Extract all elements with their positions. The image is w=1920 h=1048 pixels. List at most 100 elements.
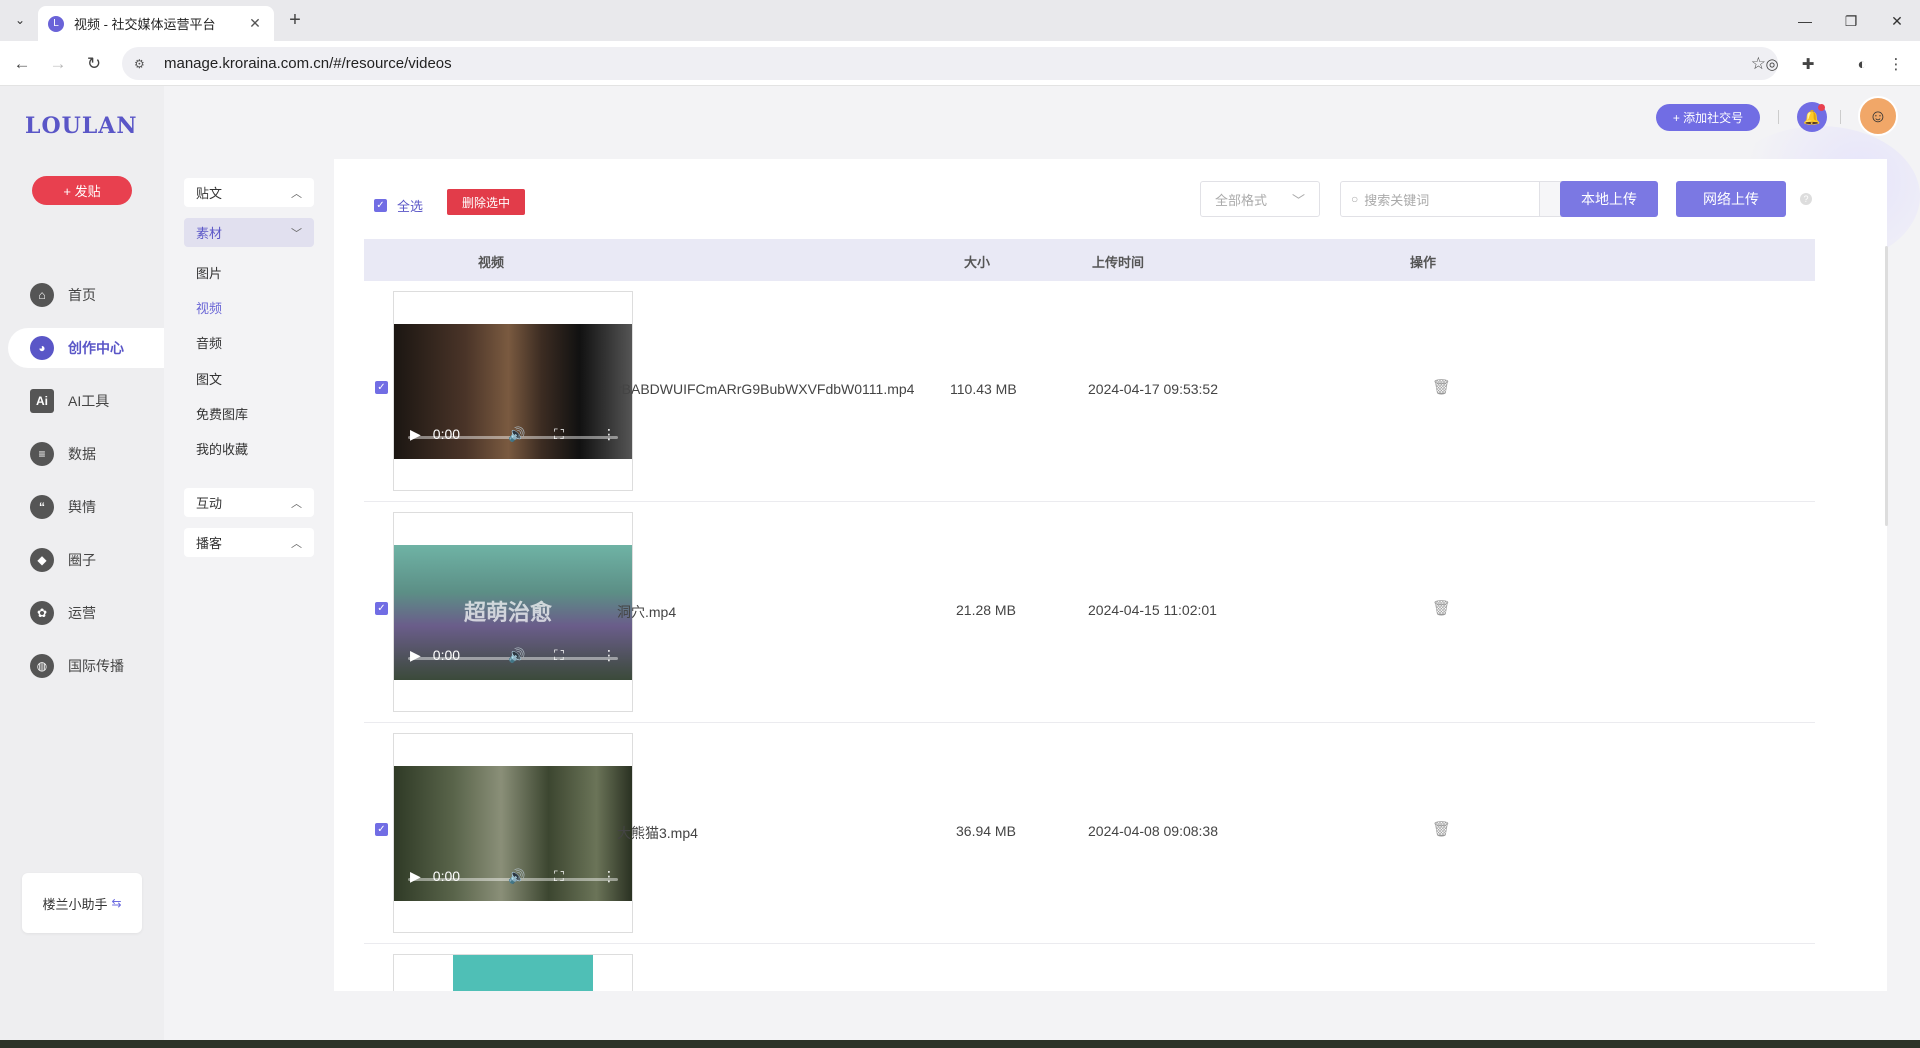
new-tab-icon[interactable]: + [282, 8, 308, 34]
chevron-up-icon: ︿ [291, 187, 302, 200]
row-checkbox[interactable]: ✓ [375, 602, 388, 615]
row-checkbox[interactable]: ✓ [375, 381, 388, 394]
checkbox-checked-icon: ✓ [374, 199, 387, 212]
nav-item-ai-tools[interactable]: Ai AI工具 [8, 381, 164, 421]
video-thumbnail-frame [393, 954, 633, 991]
help-icon[interactable]: ? [1800, 193, 1812, 205]
avatar[interactable]: ☺ [1858, 96, 1898, 136]
subnav-group-podcast[interactable]: 播客 ︿ [184, 528, 314, 557]
ai-icon: Ai [30, 389, 54, 413]
subnav-item-free-gallery[interactable]: 免费图库 [196, 404, 248, 423]
tab-title: 视频 - 社交媒体运营平台 [74, 17, 216, 32]
table-row: ✓ ▶ 0:00 🔊 ⛶ ⋮ rBABDWUIFCmARrG9BubWXVFdb… [364, 281, 1815, 502]
video-player[interactable]: ▶ 0:00 🔊 ⛶ ⋮ [394, 324, 632, 459]
network-upload-button[interactable]: 网络上传 [1676, 181, 1786, 217]
select-all-checkbox[interactable]: ✓ 全选 [374, 196, 423, 215]
back-icon[interactable]: ← [9, 51, 35, 77]
video-controls: ▶ 0:00 🔊 ⛶ ⋮ [394, 423, 632, 445]
fullscreen-icon[interactable]: ⛶ [554, 868, 564, 885]
subnav-item-favorites[interactable]: 我的收藏 [196, 439, 248, 458]
site-info-icon[interactable]: ⚙ [134, 57, 152, 71]
delete-selected-button[interactable]: 删除选中 [447, 189, 525, 215]
nav-label: 圈子 [68, 552, 96, 568]
video-list-panel: ✓ 全选 删除选中 全部格式 ﹀ ○ 搜索关键词 搜索 本地上传 网络上传 ? … [334, 159, 1887, 991]
format-select[interactable]: 全部格式 ﹀ [1200, 181, 1320, 217]
table-row [364, 944, 1815, 991]
subnav-group-label: 播客 [196, 536, 223, 551]
nav-item-home[interactable]: ⌂ 首页 [8, 275, 164, 315]
notification-bell-icon[interactable]: 🔔 [1797, 102, 1827, 132]
volume-icon[interactable]: 🔊 [508, 868, 525, 885]
url-field[interactable]: ⚙ manage.kroraina.com.cn/#/resource/vide… [122, 47, 1778, 80]
minimize-icon[interactable]: — [1782, 8, 1828, 34]
forward-icon[interactable]: → [45, 51, 71, 77]
profile-icon[interactable]: ◐ [1850, 52, 1874, 76]
chevron-down-icon: ﹀ [291, 227, 302, 240]
delete-trash-icon[interactable]: 🗑 [1432, 820, 1451, 838]
play-icon[interactable]: ▶ [410, 426, 421, 443]
subnav-group-materials[interactable]: 素材 ﹀ [184, 218, 314, 247]
more-options-icon[interactable]: ⋮ [602, 426, 616, 443]
url-text: manage.kroraina.com.cn/#/resource/videos [164, 55, 452, 72]
video-thumbnail-frame: 超萌治愈 ▶ 0:00 🔊 ⛶ ⋮ [393, 512, 633, 712]
delete-trash-icon[interactable]: 🗑 [1432, 599, 1451, 617]
post-button[interactable]: + 发贴 [32, 176, 132, 205]
nav-item-circles[interactable]: ◆ 圈子 [8, 540, 164, 580]
play-icon[interactable]: ▶ [410, 647, 421, 664]
browser-menu-icon[interactable]: ⋮ [1884, 52, 1908, 76]
video-player[interactable]: ▶ 0:00 🔊 ⛶ ⋮ [394, 766, 632, 901]
add-social-account-button[interactable]: + 添加社交号 [1656, 104, 1760, 131]
browser-tab[interactable]: L 视频 - 社交媒体运营平台 ✕ [38, 6, 274, 41]
quote-icon: “ [30, 495, 54, 519]
tab-search-chevron-icon[interactable]: ⌄ [8, 9, 32, 31]
video-time: 0:00 [432, 647, 461, 663]
subnav-group-posts[interactable]: 贴文 ︿ [184, 178, 314, 207]
subnav-item-videos[interactable]: 视频 [196, 298, 222, 317]
nav-item-international[interactable]: ◍ 国际传播 [8, 646, 164, 686]
close-window-icon[interactable]: ✕ [1874, 8, 1920, 34]
more-options-icon[interactable]: ⋮ [602, 868, 616, 885]
nav-item-operations[interactable]: ✿ 运营 [8, 593, 164, 633]
video-thumbnail-frame: ▶ 0:00 🔊 ⛶ ⋮ [393, 733, 633, 933]
video-overlay-text: 超萌治愈 [464, 600, 553, 625]
video-controls: ▶ 0:00 🔊 ⛶ ⋮ [394, 865, 632, 887]
subnav-item-image-text[interactable]: 图文 [196, 369, 222, 388]
assistant-label: 楼兰小助手 [42, 896, 108, 912]
nav-label: 首页 [68, 287, 96, 303]
row-checkbox[interactable]: ✓ [375, 823, 388, 836]
chevron-up-icon: ︿ [291, 497, 302, 510]
more-options-icon[interactable]: ⋮ [602, 647, 616, 664]
subnav-item-images[interactable]: 图片 [196, 263, 222, 282]
volume-icon[interactable]: 🔊 [508, 426, 525, 443]
extensions-puzzle-icon[interactable]: ✚ [1796, 52, 1820, 76]
divider [1840, 110, 1841, 124]
fullscreen-icon[interactable]: ⛶ [554, 426, 564, 443]
upload-time: 2024-04-17 09:53:52 [1088, 381, 1218, 397]
assistant-button[interactable]: 楼兰小助手 ⇆ [22, 873, 142, 933]
close-tab-icon[interactable]: ✕ [246, 15, 264, 32]
restore-icon[interactable]: ❐ [1828, 8, 1874, 34]
nav-item-creation-center[interactable]: ◕ 创作中心 [8, 328, 164, 368]
play-icon[interactable]: ▶ [410, 868, 421, 885]
file-name: rBABDWUIFCmARrG9BubWXVFdbW0111.mp4 [617, 381, 915, 397]
swap-icon: ⇆ [111, 896, 122, 910]
search-input[interactable]: ○ 搜索关键词 [1340, 181, 1540, 217]
local-upload-button[interactable]: 本地上传 [1560, 181, 1658, 217]
reload-icon[interactable]: ↻ [81, 51, 107, 77]
video-player[interactable]: 超萌治愈 ▶ 0:00 🔊 ⛶ ⋮ [394, 545, 632, 680]
nav-label: 数据 [68, 446, 96, 462]
delete-trash-icon[interactable]: 🗑 [1432, 378, 1451, 396]
fullscreen-icon[interactable]: ⛶ [554, 647, 564, 664]
volume-icon[interactable]: 🔊 [508, 647, 525, 664]
extension-circle-icon[interactable]: ◎ [1760, 52, 1784, 76]
video-frame [453, 955, 593, 991]
file-size: 110.43 MB [950, 381, 1017, 397]
video-thumbnail-frame: ▶ 0:00 🔊 ⛶ ⋮ [393, 291, 633, 491]
nav-item-sentiment[interactable]: “ 舆情 [8, 487, 164, 527]
scrollbar[interactable] [1885, 246, 1888, 526]
subnav-group-interaction[interactable]: 互动 ︿ [184, 488, 314, 517]
nav-item-data[interactable]: ≡ 数据 [8, 434, 164, 474]
upload-time: 2024-04-08 09:08:38 [1088, 823, 1218, 839]
subnav-item-audio[interactable]: 音频 [196, 333, 222, 352]
chevron-down-icon: ﹀ [1291, 192, 1305, 208]
